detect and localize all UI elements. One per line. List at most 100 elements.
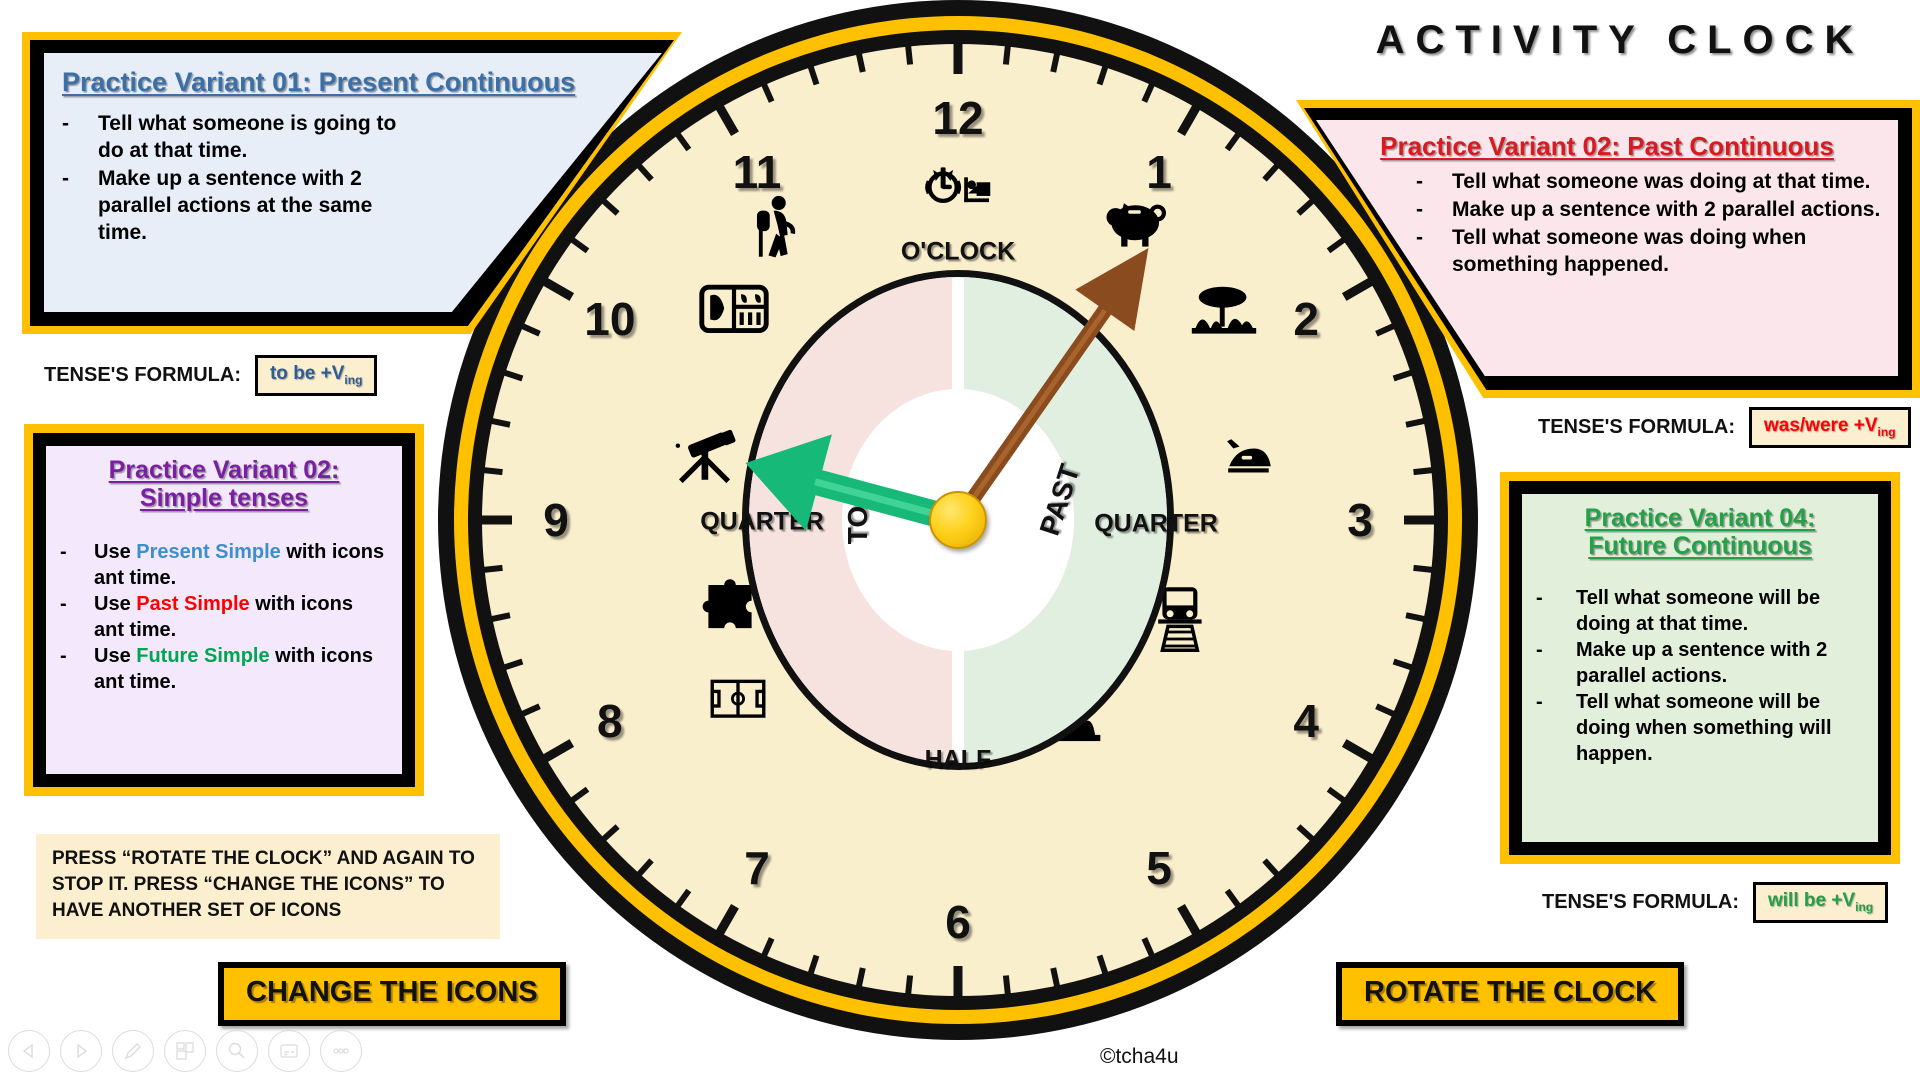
clock-numeral-9: 9: [543, 494, 569, 546]
callout-heading: Practice Variant 01: Present Continuous: [62, 67, 576, 97]
list-item: - Use Future Simple with icons ant time.: [60, 644, 388, 695]
tense-formula-future-continuous: TENSE'S FORMULA: will be +Ving: [1542, 882, 1889, 923]
bullet-text: Make up a sentence with 2 parallel actio…: [1452, 197, 1881, 221]
formula-value: to be +Ving: [254, 355, 378, 396]
clock-numeral-5: 5: [1146, 842, 1172, 895]
formula-label: TENSE'S FORMULA:: [1542, 890, 1739, 913]
zoom-button[interactable]: [216, 1030, 258, 1072]
callout-heading-line2: Simple tenses: [139, 484, 309, 512]
list-item: - Tell what someone was doing when someth…: [1416, 225, 1884, 279]
dial-label-quarter-left: QUARTER: [700, 507, 824, 536]
formula-value: will be +Ving: [1752, 882, 1889, 923]
slide-canvas: ACTIVITY CLOCK 12 1 2 3 4 5 6 7 8 9 10 11 O'CLOCK H…: [0, 0, 1920, 1080]
next-arrow-icon: [77, 1043, 88, 1059]
instruction-note: PRESS “ROTATE THE CLOCK” AND AGAIN TO ST…: [36, 834, 500, 939]
bullet-dash: -: [1416, 225, 1423, 249]
callout-heading: Practice Variant 02: Past Continuous: [1380, 131, 1834, 161]
tense-formula-present-continuous: TENSE'S FORMULA: to be +Ving: [44, 355, 378, 396]
magnifier-icon: [228, 1042, 245, 1059]
dial-label-quarter-right: QUARTER: [1094, 509, 1218, 538]
clock-numeral-6: 6: [945, 896, 971, 948]
list-item: - Make up a sentence with 2 parallel acti…: [1416, 197, 1884, 224]
callout-heading-line2: Future Continuous: [1588, 532, 1812, 560]
bullet-text: Use Past Simple with icons ant time.: [94, 593, 353, 641]
clothes-iron-icon: [1204, 434, 1296, 490]
prev-arrow-icon: [22, 1043, 33, 1059]
subtitles-button[interactable]: [268, 1030, 310, 1072]
list-item: - Use Present Simple with icons ant time.: [60, 540, 388, 591]
clock-center-knob[interactable]: [929, 491, 987, 549]
callout-present-continuous: Practice Variant 01: Present Continuous …: [22, 32, 682, 334]
rotate-the-clock-button[interactable]: ROTATE THE CLOCK: [1336, 962, 1685, 1026]
clock-numeral-4: 4: [1293, 695, 1319, 747]
list-item: - Make up a sentence with 2 parallel acti…: [1536, 638, 1864, 689]
clock-numeral-8: 8: [597, 695, 623, 747]
list-item: - Tell what someone is going to do at tha…: [62, 111, 646, 165]
formula-label: TENSE'S FORMULA:: [44, 363, 241, 386]
list-item: - Tell what someone will be doing when so…: [1536, 690, 1864, 767]
callout-simple-tenses: Practice Variant 02: Simple tenses - Use …: [24, 424, 424, 796]
callout-past-continuous: Practice Variant 02: Past Continuous - Te…: [1296, 100, 1920, 398]
list-item: - Tell what someone will be doing at that…: [1536, 586, 1864, 637]
all-slides-button[interactable]: [164, 1030, 206, 1072]
alarm-clock-and-bed-icon: [883, 155, 1033, 221]
formula-value: was/were +Ving: [1748, 407, 1911, 448]
clock-numeral-3: 3: [1347, 494, 1373, 546]
bullet-text: Tell what someone was doing when somethi…: [1452, 225, 1807, 276]
bullet-text: Tell what someone will be doing when som…: [1576, 691, 1832, 765]
copyright-text: ©tcha4u: [1100, 1045, 1179, 1068]
hiker-icon: [748, 180, 812, 276]
tense-highlight: Future Simple: [136, 645, 270, 668]
bullet-text: Use Future Simple with icons ant time.: [94, 645, 373, 693]
dial-label-half: HALF: [924, 745, 992, 774]
bullet-text: Make up a sentence with 2 parallel actio…: [1576, 639, 1828, 687]
callout-heading: Practice Variant 02: Simple tenses: [60, 456, 388, 512]
bullet-dash: -: [1536, 639, 1543, 662]
piggy-bank-icon: [1095, 185, 1181, 259]
callout-bullet-list: - Use Present Simple with icons ant time.…: [60, 540, 388, 696]
subtitles-icon: [280, 1044, 298, 1058]
ellipsis-icon: [333, 1048, 349, 1054]
bullet-text: Make up a sentence with 2 parallel actio…: [98, 166, 373, 244]
clock-numeral-7: 7: [744, 842, 770, 895]
bullet-dash: -: [60, 593, 67, 616]
bullet-dash: -: [62, 112, 69, 136]
bullet-text: Tell what someone will be doing at that …: [1576, 587, 1821, 635]
previous-slide-button[interactable]: [8, 1030, 50, 1072]
callout-heading-line1: Practice Variant 04:: [1584, 504, 1816, 532]
bullet-text: Use Present Simple with icons ant time.: [94, 541, 385, 589]
bullet-dash: -: [60, 541, 67, 563]
tense-highlight: Past Simple: [136, 593, 250, 616]
next-slide-button[interactable]: [60, 1030, 102, 1072]
formula-label: TENSE'S FORMULA:: [1538, 415, 1735, 438]
pen-tool-button[interactable]: [112, 1030, 154, 1072]
pen-icon: [124, 1043, 141, 1060]
callout-future-continuous: Practice Variant 04: Future Continuous -…: [1500, 472, 1900, 864]
more-options-button[interactable]: [320, 1030, 362, 1072]
list-item: - Tell what someone was doing at that tim…: [1416, 169, 1884, 196]
park-tree-icon: [1178, 279, 1270, 353]
tense-formula-past-continuous: TENSE'S FORMULA: was/were +Ving: [1538, 407, 1911, 448]
callout-heading-line1: Practice Variant 02:: [108, 456, 340, 484]
callout-body: Practice Variant 02: Past Continuous - Te…: [1316, 120, 1898, 376]
presentation-toolbar: [8, 1030, 362, 1072]
bullet-text: Tell what someone was doing at that time…: [1452, 170, 1871, 194]
bullet-dash: -: [60, 645, 67, 668]
dial-label-to: TO: [842, 505, 873, 545]
callout-bullet-list: - Tell what someone will be doing at that…: [1536, 586, 1864, 767]
bullet-dash: -: [1536, 691, 1543, 714]
callout-bullet-list: - Tell what someone was doing at that tim…: [1330, 169, 1884, 279]
bullet-dash: -: [62, 166, 69, 190]
callout-heading: Practice Variant 04: Future Continuous: [1536, 504, 1864, 560]
telescope-icon: [662, 425, 750, 503]
bullet-dash: -: [1416, 197, 1423, 221]
callout-body: Practice Variant 02: Simple tenses - Use …: [46, 446, 402, 774]
callout-bullet-list: - Tell what someone is going to do at tha…: [62, 111, 646, 246]
tense-highlight: Present Simple: [136, 541, 281, 563]
clock-numeral-12: 12: [932, 92, 984, 144]
button-label: CHANGE THE ICONS: [224, 968, 560, 1020]
list-item: - Use Past Simple with icons ant time.: [60, 592, 388, 643]
change-the-icons-button[interactable]: CHANGE THE ICONS: [218, 962, 566, 1026]
bullet-dash: -: [1536, 587, 1543, 609]
bullet-text: Tell what someone is going to do at that…: [98, 112, 397, 163]
